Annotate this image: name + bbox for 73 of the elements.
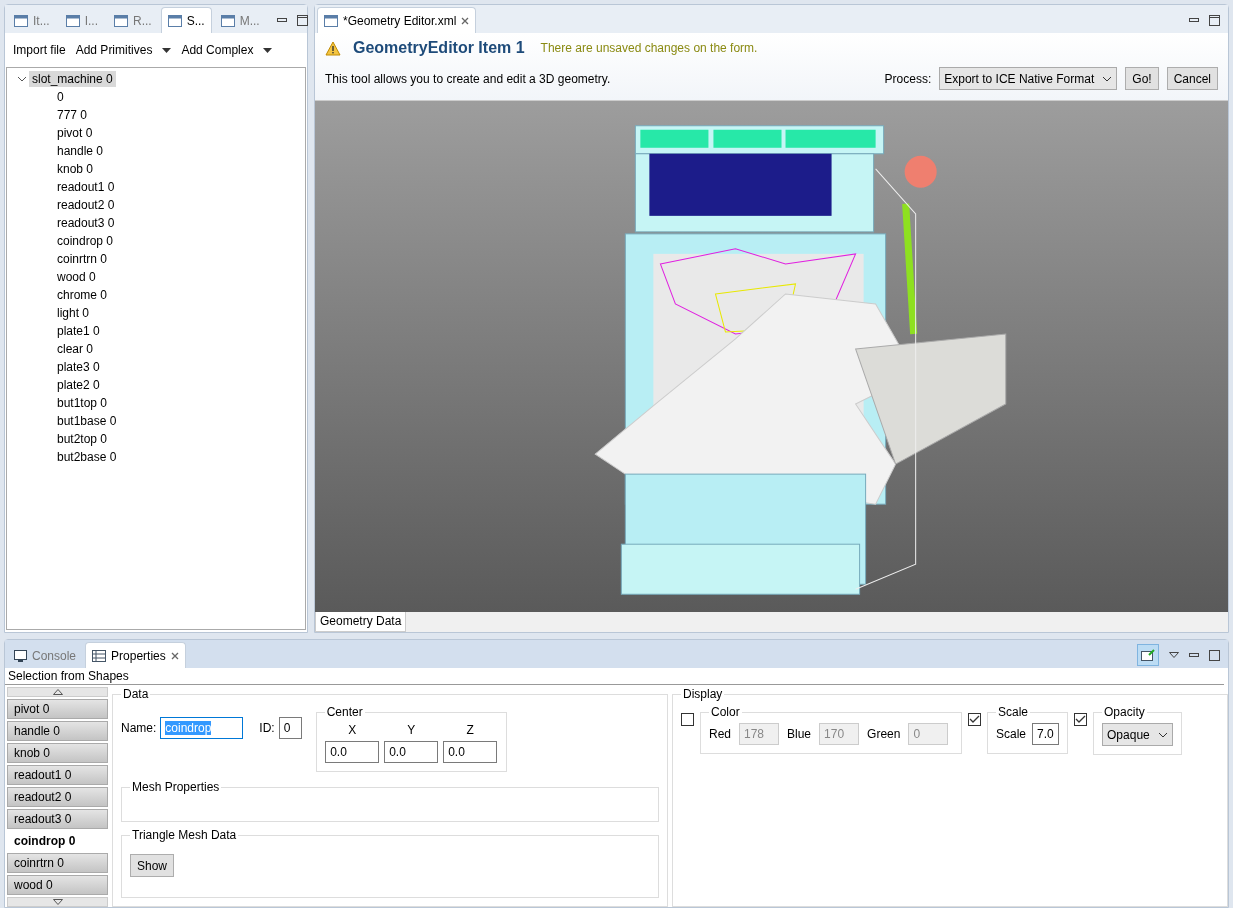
tree-item[interactable]: coinrtrn 0 [54,251,111,267]
view-tab[interactable]: S... [160,7,212,33]
opacity-dropdown[interactable]: Opaque [1102,723,1173,746]
action-button[interactable]: Go! [1125,67,1159,90]
tree-item[interactable]: chrome 0 [54,287,111,303]
tree-item[interactable]: plate3 0 [54,359,103,375]
shape-list-item[interactable]: readout3 0 [7,809,108,829]
process-label: Process: [884,71,932,86]
scale-label: Scale [996,727,1027,741]
section-label: Selection from Shapes [5,668,1224,685]
group-title: Display [682,687,724,701]
description-text: This tool allows you to create and edit a 3D geometry. [325,71,612,86]
color-label: Blue [787,727,812,741]
shape-list-item[interactable]: readout2 0 [7,787,108,807]
coordinate-field[interactable]: 0.0 [443,741,498,763]
tree-item[interactable]: light 0 [54,305,93,321]
tree-item[interactable]: but2top 0 [54,431,111,447]
group-title: Scale [997,705,1030,719]
group-title: Triangle Mesh Data [131,828,238,842]
action-button[interactable]: Cancel [1166,67,1218,90]
tree-item[interactable]: readout1 0 [54,179,118,195]
tree-item[interactable]: 777 0 [54,107,91,123]
axis-label: Y [407,723,416,737]
toolbar-button[interactable]: Add Primitives [75,43,153,57]
tree-item[interactable]: plate1 0 [54,323,103,339]
scale-field[interactable]: 7.0 [1032,723,1060,745]
shape-list-item[interactable]: handle 0 [7,721,108,741]
editor-tab[interactable]: *Geometry Editor.xml [317,7,477,33]
tree-item[interactable]: handle 0 [54,143,107,159]
shape-list-item[interactable]: coinrtrn 0 [7,853,108,873]
group-title: Center [325,705,364,719]
axis-label: Z [466,723,474,737]
geometry-data-tab[interactable]: Geometry Data [315,612,407,632]
tree-item[interactable]: readout2 0 [54,197,118,213]
tree-item[interactable]: knob 0 [54,161,97,177]
tree-item[interactable]: but2base 0 [54,449,120,465]
view-tab[interactable]: R... [107,7,159,33]
coordinate-field[interactable]: 0.0 [384,741,439,763]
view-tab[interactable]: I... [58,7,105,33]
id-field[interactable]: 0 [278,717,302,739]
tree-item[interactable]: readout3 0 [54,215,118,231]
tree-item[interactable]: pivot 0 [54,125,96,141]
tree-item[interactable]: coindrop 0 [54,233,117,249]
group-title: Color [710,705,741,719]
tree-item[interactable]: 0 [54,89,67,105]
axis-label: X [348,723,357,737]
shape-list-item[interactable]: pivot 0 [7,699,108,719]
color-label: Red [709,727,731,741]
group-title: Opacity [1103,705,1146,719]
toolbar-button[interactable]: Add Complex [181,43,254,57]
shape-list-item[interactable]: readout1 0 [7,765,108,785]
group-title: Mesh Properties [131,780,221,794]
unsaved-message: There are unsaved changes on the form. [540,41,758,55]
tree-item[interactable]: plate2 0 [54,377,103,393]
tree-item[interactable]: but1top 0 [54,395,111,411]
color-label: Green [867,727,901,741]
name-label: Name: [121,721,157,735]
shape-list-item[interactable]: knob 0 [7,743,108,763]
shape-list-item[interactable]: wood 0 [7,875,108,895]
coordinate-field[interactable]: 0.0 [325,741,380,763]
group-title: Data [122,687,150,701]
tree-item[interactable]: clear 0 [54,341,97,357]
toolbar-button[interactable]: Import file [13,43,66,57]
tree-item[interactable]: wood 0 [54,269,99,285]
view-tab[interactable]: It... [7,7,57,33]
id-label: ID: [259,721,275,735]
form-title: GeometryEditor Item 1 [353,39,525,57]
view-tab[interactable]: Properties [85,642,186,668]
show-button[interactable]: Show [130,854,175,877]
view-tab[interactable]: M... [213,7,267,33]
tree-item[interactable]: slot_machine 0 [29,71,116,87]
process-dropdown[interactable]: Export to ICE Native Format [939,67,1118,90]
tree-item[interactable]: but1base 0 [54,413,120,429]
